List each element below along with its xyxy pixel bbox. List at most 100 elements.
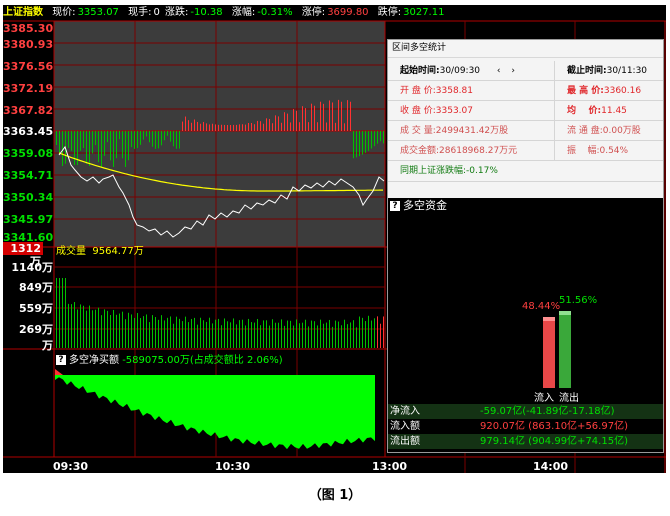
ratio-bar — [290, 122, 291, 131]
volume-bar — [179, 318, 180, 348]
index-name: 上证指数 — [3, 7, 43, 18]
outflow-bar — [559, 311, 571, 388]
ratio-bar — [104, 131, 105, 156]
volume-bar — [221, 325, 222, 348]
ratio-bar — [143, 131, 144, 140]
net-buy-title-row: ? 多空净买额 -589075.00万(占成交额比 2.06%) — [56, 351, 283, 366]
volume-bar — [182, 321, 183, 348]
net-inflow-value: -59.07亿(-41.89亿-17.18亿) — [480, 406, 615, 417]
ratio-bar — [350, 101, 351, 131]
volume-bars — [56, 278, 384, 348]
open-row: 开 盘 价:3358.81 — [388, 81, 554, 101]
volume-bar — [245, 325, 246, 348]
ratio-bar — [371, 131, 372, 149]
price-panel-bg — [54, 21, 385, 247]
prev-arrow-icon[interactable]: ‹ — [497, 66, 501, 76]
start-label: 起始时间: — [400, 66, 440, 76]
volume-title: 成交量 — [56, 246, 86, 257]
ratio-bar — [185, 116, 186, 131]
volume-bar — [248, 318, 249, 348]
ratio-bar — [110, 131, 111, 161]
avg-label: 均 价: — [567, 106, 602, 116]
ratio-bar — [176, 131, 177, 149]
net-inflow-row: 净流入 -59.07亿(-41.89亿-17.18亿) — [388, 404, 663, 419]
volume-bar — [350, 322, 351, 348]
volume-bar — [275, 322, 276, 348]
ratio-bar — [266, 118, 267, 131]
ratio-bar — [167, 131, 168, 136]
close-row: 收 盘 价:3353.07 — [388, 101, 554, 121]
ratio-bar — [134, 131, 135, 149]
ratio-bar — [146, 131, 147, 137]
volume-bar — [215, 319, 216, 348]
volume-bar — [263, 320, 264, 348]
ratio-bar — [89, 131, 90, 166]
ratio-bar — [329, 100, 330, 131]
ratio-bar — [299, 122, 300, 131]
volume-bar — [239, 320, 240, 348]
avg-value: 11.45 — [601, 106, 627, 116]
price-value: 3353.07 — [77, 7, 119, 18]
ratio-bar — [122, 131, 123, 159]
volume-bar — [131, 314, 132, 348]
start-time-row: 起始时间:30/09:30 ‹ › — [388, 61, 554, 81]
net-buy-marker — [55, 369, 63, 375]
help-icon[interactable]: ? — [56, 355, 66, 365]
ratio-bar — [374, 131, 375, 147]
end-label: 截止时间: — [567, 66, 607, 76]
volume-bar — [293, 325, 294, 348]
volume-bar — [113, 309, 114, 348]
ratio-bar — [227, 124, 228, 131]
ratio-bar — [320, 101, 321, 131]
volume-bar — [383, 316, 384, 348]
volume-bar — [206, 321, 207, 348]
price-tick: 3372.19 — [3, 82, 54, 95]
change-label: 涨跌: — [165, 7, 189, 18]
amplitude-value: 0.54% — [599, 146, 629, 156]
end-time-row: 截止时间:30/11:30 — [554, 61, 663, 81]
volume-total: 9564.77万 — [92, 246, 144, 257]
volume-bar — [224, 318, 225, 348]
amount-value: 28618968.27万元 — [439, 146, 518, 156]
volume-bar — [374, 318, 375, 348]
volume-bar — [353, 320, 354, 348]
volume-bar — [137, 313, 138, 348]
panel-title: 区间多空统计 — [388, 40, 663, 58]
ratio-bar — [248, 122, 249, 131]
ratio-bar — [314, 105, 315, 131]
ratio-bar — [260, 121, 261, 131]
volume-bar — [377, 316, 378, 348]
volume-bar — [77, 309, 78, 348]
next-arrow-icon[interactable]: › — [511, 66, 515, 76]
quote-header: 上证指数 现价: 3353.07 现手: 0 涨跌: -10.38 涨幅: -0.31%… — [3, 5, 666, 20]
close-value: 3353.07 — [435, 106, 473, 116]
ratio-bar — [302, 106, 303, 131]
ratio-bar — [263, 123, 264, 131]
volume-bar — [308, 326, 309, 348]
volume-label: 现手: — [128, 7, 152, 18]
volume-bar — [272, 319, 273, 348]
ratio-bar — [236, 124, 237, 131]
volume-bar — [320, 319, 321, 348]
limit-up-label: 涨停: — [301, 7, 326, 18]
volume-bar — [284, 325, 285, 348]
ratio-bar — [71, 131, 72, 151]
volume-tick: 万 — [42, 339, 53, 352]
ratio-bar — [197, 121, 198, 131]
outflow-pct: 51.56% — [559, 295, 598, 306]
price-axis-base: 3363.45 — [3, 125, 54, 138]
ratio-bar — [188, 120, 189, 131]
high-label: 最 高 价: — [567, 86, 604, 96]
end-value: 30/11:30 — [606, 66, 648, 76]
volume-bar — [164, 320, 165, 348]
volume-bar — [86, 310, 87, 348]
ratio-bar — [278, 116, 279, 131]
float-label: 流 通 盘: — [567, 126, 603, 136]
ratio-bar — [113, 131, 114, 167]
volume-bar — [92, 310, 93, 348]
start-value: 30/09:30 — [439, 66, 481, 76]
ratio-bar — [164, 131, 165, 141]
volume-bar — [83, 305, 84, 348]
ratio-bar — [242, 124, 243, 131]
volume-bar — [242, 319, 243, 348]
